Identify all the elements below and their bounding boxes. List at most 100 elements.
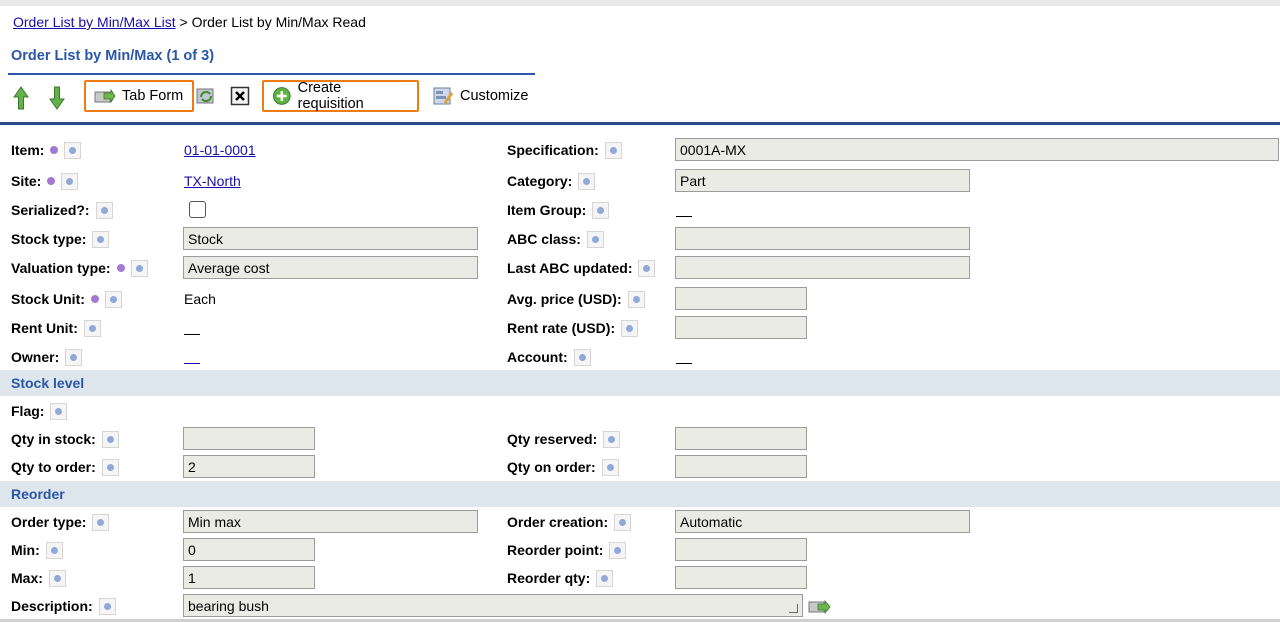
form-row-site: Site: TX-North Category: Part	[0, 167, 1280, 195]
header-divider	[0, 122, 1280, 125]
move-up-button[interactable]	[12, 82, 30, 114]
customize-label: Customize	[460, 88, 529, 104]
last-abc-updated-label: Last ABC updated:	[507, 260, 633, 276]
valuation-type-label: Valuation type:	[11, 260, 111, 276]
last-abc-updated-field[interactable]	[675, 256, 970, 279]
section-reorder-title: Reorder	[11, 486, 65, 502]
max-label: Max:	[11, 570, 43, 586]
help-icon[interactable]	[130, 259, 148, 277]
order-creation-field[interactable]: Automatic	[675, 510, 970, 533]
help-icon[interactable]	[45, 541, 63, 559]
tab-form-button[interactable]: Tab Form	[84, 80, 194, 112]
help-icon[interactable]	[578, 172, 596, 190]
form-row-qty-to-order: Qty to order: 2 Qty on order:	[0, 453, 1280, 481]
help-icon[interactable]	[614, 513, 632, 531]
resize-handle-icon[interactable]	[789, 604, 798, 613]
add-circle-icon	[272, 87, 291, 105]
qty-reserved-label: Qty reserved:	[507, 431, 598, 447]
help-icon[interactable]	[95, 201, 113, 219]
help-icon[interactable]	[92, 513, 110, 531]
help-icon[interactable]	[48, 569, 66, 587]
create-requisition-button[interactable]: Create requisition	[262, 80, 419, 112]
qty-in-stock-field[interactable]	[183, 427, 315, 450]
help-icon[interactable]	[627, 290, 645, 308]
stock-type-field[interactable]: Stock	[183, 227, 478, 250]
help-icon[interactable]	[104, 290, 122, 308]
form-row-owner: Owner: Account:	[0, 343, 1280, 371]
flag-label: Flag:	[11, 403, 45, 419]
stock-unit-label: Stock Unit:	[11, 291, 85, 307]
help-icon[interactable]	[604, 141, 622, 159]
qty-to-order-field[interactable]: 2	[183, 455, 315, 478]
help-icon[interactable]	[101, 430, 119, 448]
help-icon[interactable]	[621, 319, 639, 337]
category-field[interactable]: Part	[675, 169, 970, 192]
qty-on-order-field[interactable]	[675, 455, 807, 478]
help-icon[interactable]	[61, 172, 79, 190]
item-label: Item:	[11, 142, 45, 158]
refresh-button[interactable]	[194, 83, 218, 109]
top-band	[0, 0, 1280, 6]
serialized-label: Serialized?:	[11, 202, 90, 218]
rent-rate-field[interactable]	[675, 316, 807, 339]
help-icon[interactable]	[603, 430, 621, 448]
close-button[interactable]	[228, 83, 252, 109]
help-icon[interactable]	[596, 569, 614, 587]
reorder-qty-field[interactable]	[675, 566, 807, 589]
stock-type-label: Stock type:	[11, 231, 87, 247]
form-row-valuation-type: Valuation type: Average cost Last ABC up…	[0, 254, 1280, 282]
abc-class-label: ABC class:	[507, 231, 581, 247]
qty-reserved-field[interactable]	[675, 427, 807, 450]
help-icon[interactable]	[573, 348, 591, 366]
toolbar: Tab Form Create requisition Customize	[8, 78, 608, 114]
refresh-icon	[196, 88, 214, 104]
required-dot-icon	[47, 177, 56, 185]
tab-form-label: Tab Form	[122, 88, 184, 104]
help-icon[interactable]	[601, 458, 619, 476]
expand-text-icon[interactable]	[808, 598, 832, 616]
avg-price-field[interactable]	[675, 287, 807, 310]
abc-class-field[interactable]	[675, 227, 970, 250]
category-label: Category:	[507, 173, 573, 189]
form-row-item: Item: 01-01-0001 Specification: 0001A-MX	[0, 136, 1280, 164]
help-icon[interactable]	[609, 541, 627, 559]
valuation-type-field[interactable]: Average cost	[183, 256, 478, 279]
move-down-button[interactable]	[48, 82, 66, 114]
form-row-rent-unit: Rent Unit: Rent rate (USD):	[0, 314, 1280, 342]
help-icon[interactable]	[65, 348, 83, 366]
item-group-empty-value	[676, 216, 692, 217]
order-type-field[interactable]: Min max	[183, 510, 478, 533]
item-link[interactable]: 01-01-0001	[184, 142, 256, 158]
help-icon[interactable]	[638, 259, 656, 277]
min-field[interactable]: 0	[183, 538, 315, 561]
breadcrumb-separator: >	[175, 14, 192, 30]
owner-link-empty[interactable]	[184, 363, 200, 364]
qty-in-stock-label: Qty in stock:	[11, 431, 96, 447]
site-link[interactable]: TX-North	[184, 173, 241, 189]
help-icon[interactable]	[101, 458, 119, 476]
qty-on-order-label: Qty on order:	[507, 459, 596, 475]
help-icon[interactable]	[92, 230, 110, 248]
site-label: Site:	[11, 173, 42, 189]
help-icon[interactable]	[50, 402, 68, 420]
help-icon[interactable]	[64, 141, 82, 159]
help-icon[interactable]	[586, 230, 604, 248]
help-icon[interactable]	[592, 201, 610, 219]
customize-button[interactable]: Customize	[432, 80, 529, 112]
account-empty-value	[676, 363, 692, 364]
required-dot-icon	[116, 264, 125, 272]
close-icon	[230, 86, 250, 106]
help-icon[interactable]	[83, 319, 101, 337]
breadcrumb-link[interactable]: Order List by Min/Max List	[13, 14, 176, 30]
owner-label: Owner:	[11, 349, 60, 365]
customize-icon	[433, 87, 454, 105]
reorder-point-field[interactable]	[675, 538, 807, 561]
description-label: Description:	[11, 598, 93, 614]
max-field[interactable]: 1	[183, 566, 315, 589]
section-stock-level-title: Stock level	[11, 375, 85, 391]
serialized-checkbox[interactable]	[189, 201, 206, 218]
form-row-stock-type: Stock type: Stock ABC class:	[0, 225, 1280, 253]
specification-field[interactable]: 0001A-MX	[675, 138, 1279, 161]
description-textarea[interactable]: bearing bush	[183, 594, 803, 617]
help-icon[interactable]	[98, 597, 116, 615]
